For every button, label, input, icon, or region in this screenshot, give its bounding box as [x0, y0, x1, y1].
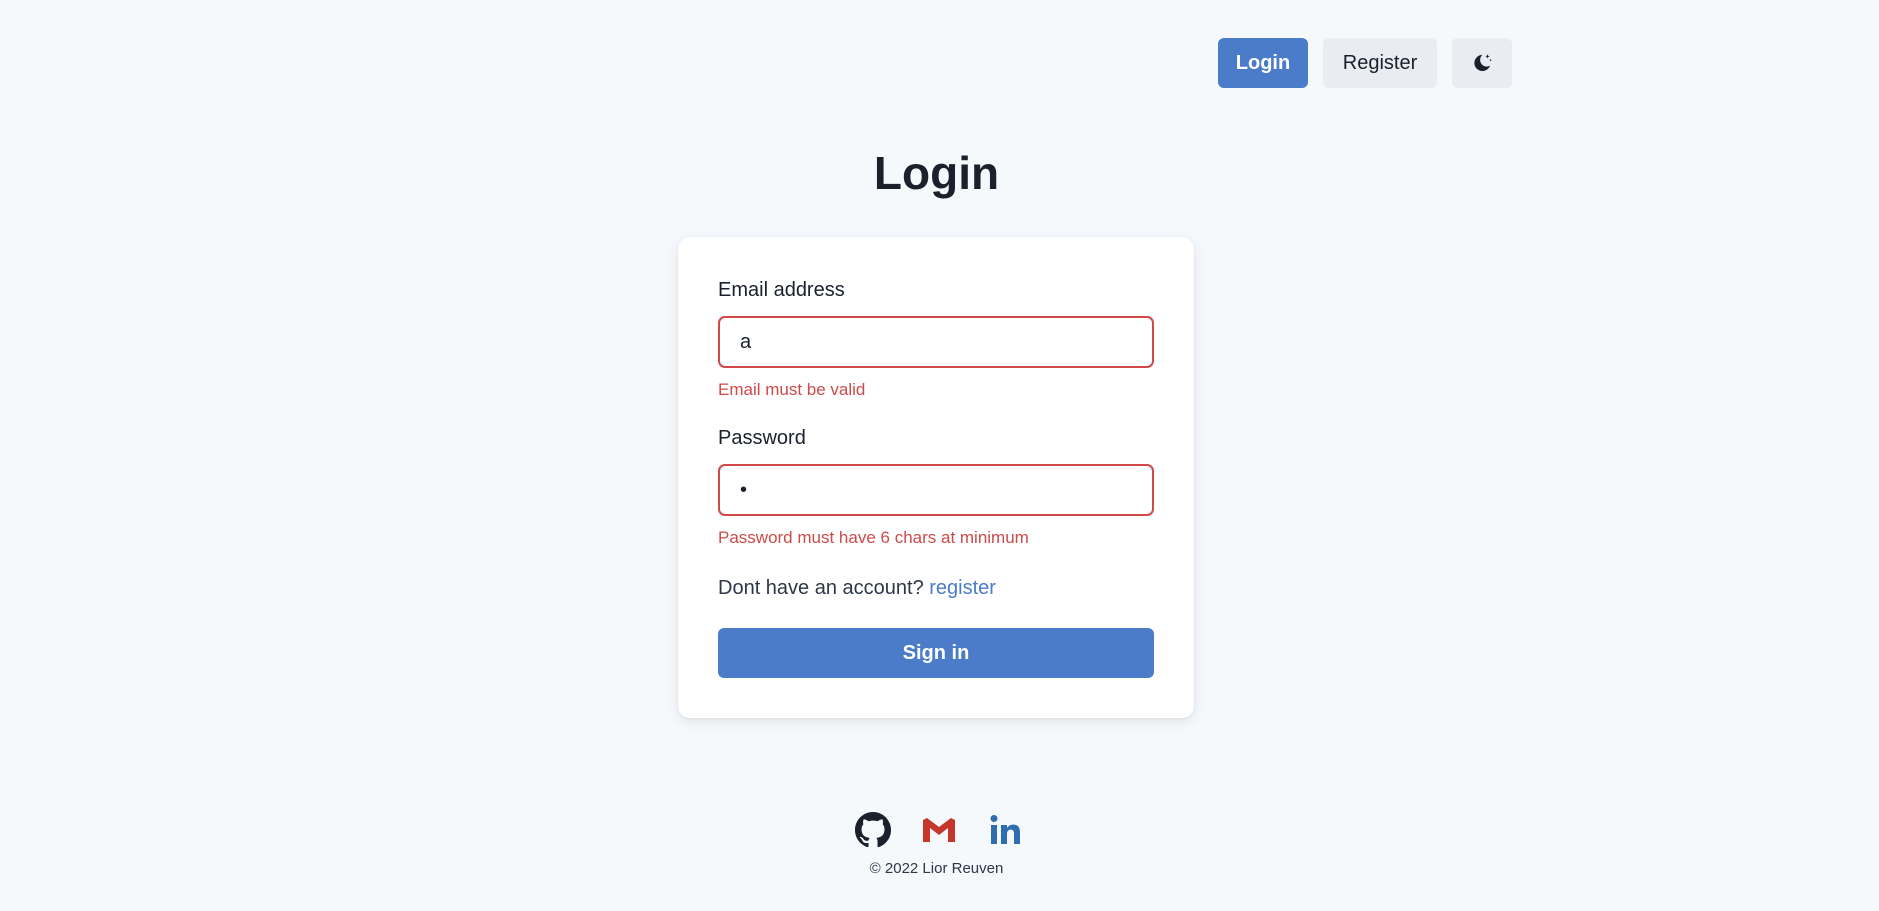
top-nav: Login Register [1218, 38, 1512, 88]
register-link[interactable]: register [929, 577, 996, 599]
nav-register-button[interactable]: Register [1323, 38, 1437, 88]
password-error-message: Password must have 6 chars at minimum [718, 528, 1029, 547]
page-title: Login [873, 147, 1000, 199]
password-label: Password [718, 427, 806, 449]
github-link[interactable] [855, 812, 891, 848]
linkedin-icon [990, 815, 1020, 844]
register-hint-text: Dont have an account? [718, 577, 924, 599]
gmail-link[interactable] [921, 812, 957, 848]
login-page: Login Register Login Email address Email… [0, 0, 1879, 911]
linkedin-link[interactable] [987, 812, 1023, 848]
gmail-icon [923, 818, 955, 842]
login-form-card: Email address Email must be valid Passwo… [678, 237, 1194, 718]
theme-toggle-button[interactable] [1452, 38, 1512, 88]
email-error-message: Email must be valid [718, 380, 866, 399]
email-label: Email address [718, 279, 845, 301]
password-input[interactable] [718, 464, 1154, 516]
social-links [855, 812, 1023, 848]
nav-login-button[interactable]: Login [1218, 38, 1308, 88]
github-icon [855, 812, 891, 848]
moon-stars-icon [1474, 54, 1492, 72]
register-hint: Dont have an account? register [718, 577, 996, 600]
email-input[interactable] [718, 316, 1154, 368]
copyright-text: © 2022 Lior Reuven [869, 860, 1004, 877]
sign-in-button[interactable]: Sign in [718, 628, 1154, 678]
